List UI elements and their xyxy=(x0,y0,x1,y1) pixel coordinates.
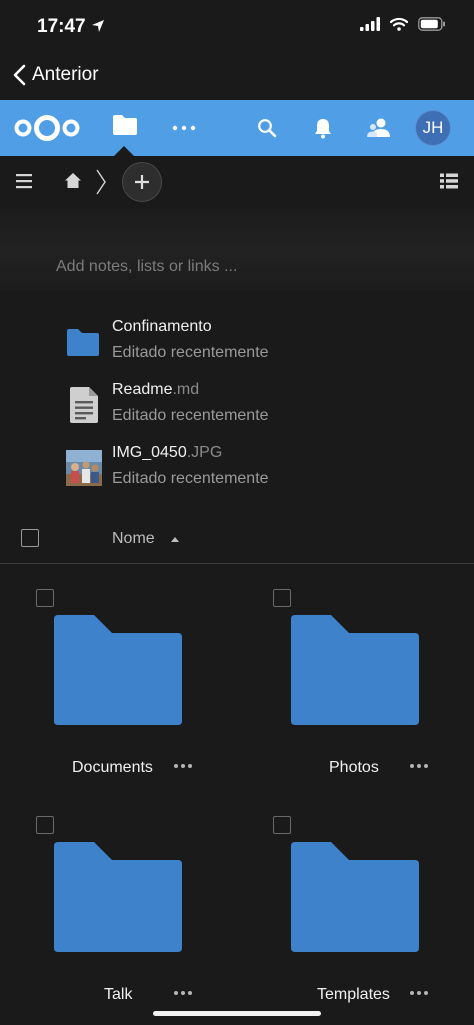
status-indicators xyxy=(360,17,446,31)
folder-icon xyxy=(291,842,421,957)
files-controls xyxy=(0,156,474,208)
bell-icon xyxy=(315,119,331,139)
view-toggle-button[interactable] xyxy=(440,173,458,194)
more-icon xyxy=(174,764,192,768)
notes-placeholder: Add notes, lists or links ... xyxy=(56,258,238,275)
folder-tile[interactable]: Photos xyxy=(237,589,474,816)
folder-tile[interactable]: Templates xyxy=(237,816,474,1025)
search-button[interactable] xyxy=(257,118,277,143)
app-header xyxy=(0,100,474,156)
home-icon xyxy=(65,173,81,188)
recent-item-name: IMG_0450.JPG xyxy=(112,444,223,461)
more-apps-icon xyxy=(172,125,196,131)
file-checkbox[interactable] xyxy=(36,589,54,607)
more-icon xyxy=(410,764,428,768)
file-actions-button[interactable] xyxy=(172,755,194,782)
recent-item[interactable]: IMG_0450.JPG Editado recentemente xyxy=(0,440,474,502)
nextcloud-logo-icon xyxy=(14,115,80,141)
more-apps-button[interactable] xyxy=(171,118,197,143)
battery-icon xyxy=(418,17,445,31)
document-icon xyxy=(66,387,102,423)
contacts-icon xyxy=(367,118,390,137)
nextcloud-logo[interactable] xyxy=(13,113,81,148)
chevron-right-icon xyxy=(96,169,106,195)
chevron-left-icon xyxy=(13,64,26,86)
recent-item-name: Confinamento xyxy=(112,318,212,335)
recent-item-subtitle: Editado recentemente xyxy=(112,470,269,487)
rich-workspace[interactable]: Add notes, lists or links ... xyxy=(0,208,474,290)
status-time: 17:47 xyxy=(37,16,105,38)
breadcrumb-separator xyxy=(95,168,107,201)
file-checkbox[interactable] xyxy=(273,816,291,834)
file-name: Documents xyxy=(72,759,153,776)
location-arrow-icon xyxy=(91,20,104,32)
file-name: Photos xyxy=(329,759,379,776)
new-file-button[interactable] xyxy=(122,162,162,202)
file-checkbox[interactable] xyxy=(273,589,291,607)
file-list-header: Nome xyxy=(0,518,474,564)
folder-icon xyxy=(54,842,184,957)
recent-item-subtitle: Editado recentemente xyxy=(112,344,269,361)
sort-by-name[interactable]: Nome xyxy=(112,530,155,548)
file-actions-button[interactable] xyxy=(172,982,194,1009)
user-avatar[interactable]: JH xyxy=(415,110,451,146)
back-button[interactable]: Anterior xyxy=(12,64,99,86)
file-actions-button[interactable] xyxy=(408,982,430,1009)
recent-item-name: Readme.md xyxy=(112,381,200,398)
sort-ascending-icon xyxy=(171,537,179,542)
file-name: Talk xyxy=(104,986,133,1003)
ios-navigation-bar: Anterior xyxy=(0,52,474,100)
back-label: Anterior xyxy=(32,64,99,85)
home-indicator[interactable] xyxy=(153,1011,321,1016)
more-icon xyxy=(410,991,428,995)
cellular-signal-icon xyxy=(360,17,380,31)
folder-icon xyxy=(113,115,137,135)
folder-tile[interactable]: Talk xyxy=(0,816,237,1025)
list-view-icon xyxy=(440,173,458,189)
file-checkbox[interactable] xyxy=(36,816,54,834)
hamburger-menu-icon xyxy=(16,174,32,189)
recent-item[interactable]: Confinamento Editado recentemente xyxy=(0,314,474,376)
photo-thumbnail xyxy=(66,450,102,486)
recent-item[interactable]: Readme.md Editado recentemente xyxy=(0,377,474,439)
active-app-caret xyxy=(114,146,134,156)
folder-icon xyxy=(66,324,102,360)
wifi-icon xyxy=(390,17,408,31)
folder-tile[interactable]: Documents xyxy=(0,589,237,816)
plus-icon xyxy=(135,175,149,189)
folder-icon xyxy=(291,615,421,730)
navigation-menu-button[interactable] xyxy=(16,173,32,194)
recent-item-subtitle: Editado recentemente xyxy=(112,407,269,424)
search-icon xyxy=(258,119,277,138)
contacts-button[interactable] xyxy=(367,117,391,144)
folder-icon xyxy=(54,615,184,730)
breadcrumb-home[interactable] xyxy=(64,172,82,194)
more-icon xyxy=(174,991,192,995)
notifications-button[interactable] xyxy=(313,117,333,144)
file-actions-button[interactable] xyxy=(408,755,430,782)
status-bar: 17:47 xyxy=(0,0,474,52)
file-name: Templates xyxy=(317,986,390,1003)
files-app-button[interactable] xyxy=(112,114,138,141)
select-all-checkbox[interactable] xyxy=(21,529,39,547)
